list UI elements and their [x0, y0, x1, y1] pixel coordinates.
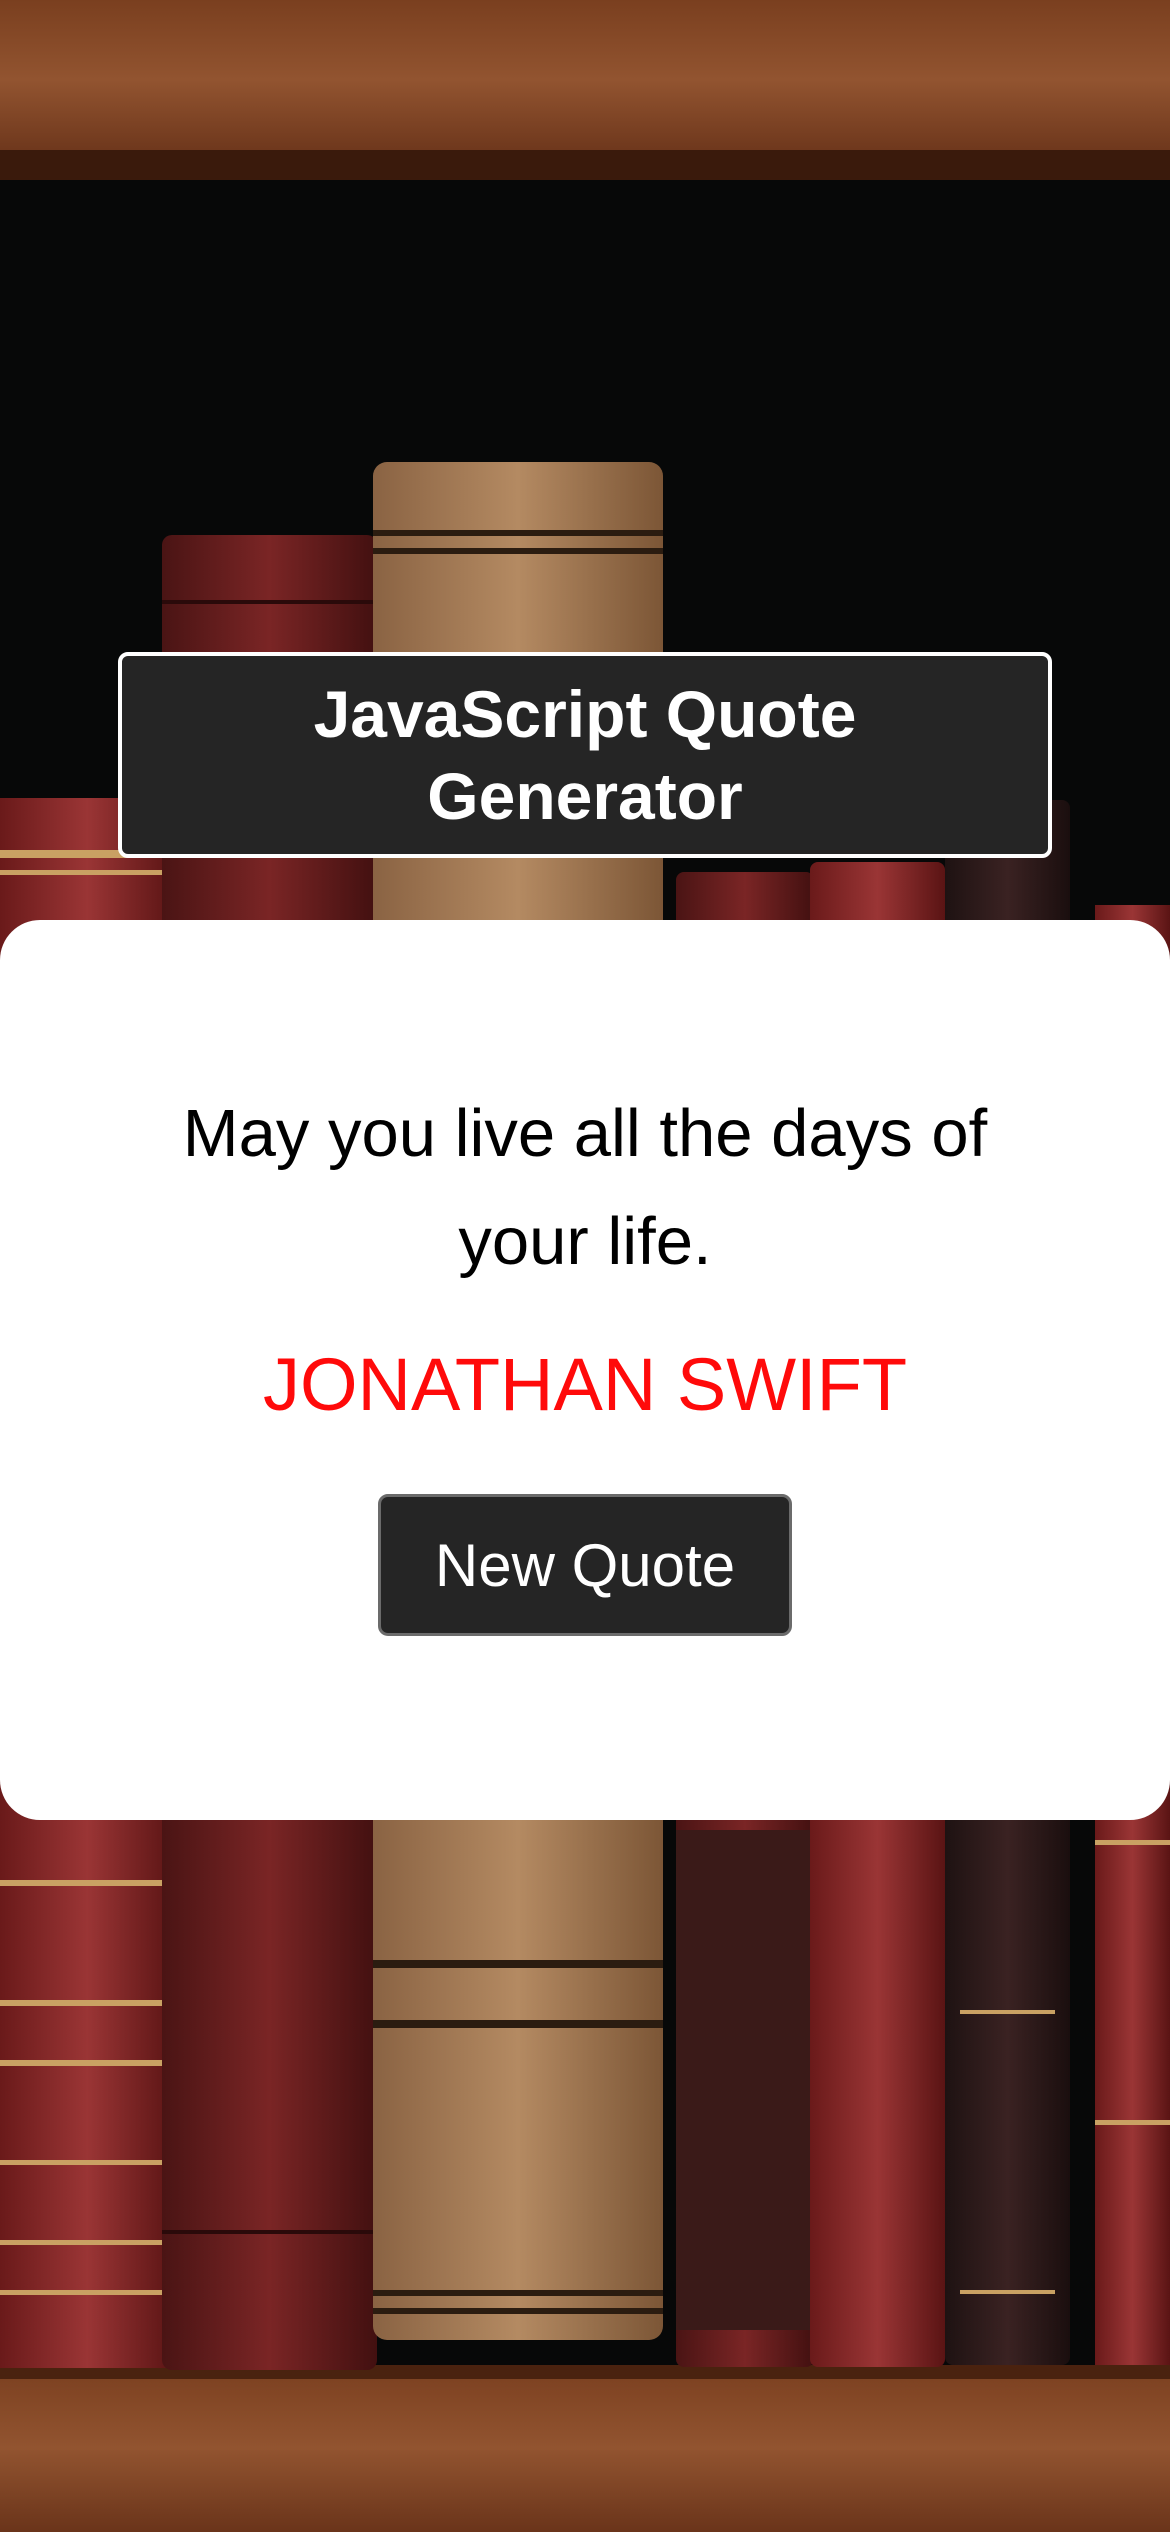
new-quote-button[interactable]: New Quote — [378, 1494, 792, 1636]
title-box: JavaScript Quote Generator — [118, 652, 1052, 858]
quote-card: May you live all the days of your life. … — [0, 920, 1170, 1820]
quote-text: May you live all the days of your life. — [182, 1096, 988, 1279]
quote-author: JONATHAN SWIFT — [262, 1343, 908, 1426]
page-title: JavaScript Quote Generator — [313, 677, 857, 833]
